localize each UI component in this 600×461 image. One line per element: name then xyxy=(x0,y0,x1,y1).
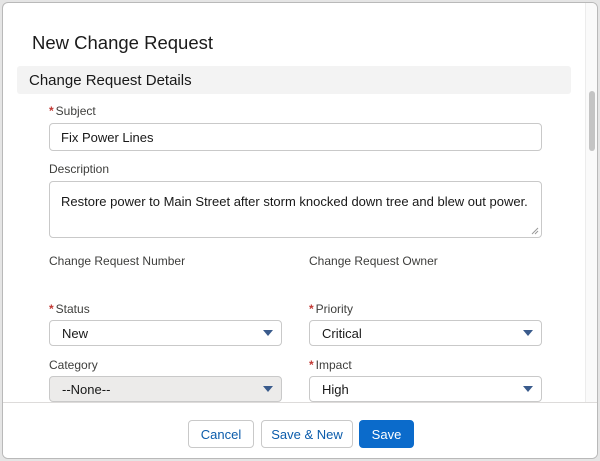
save-button[interactable]: Save xyxy=(359,420,414,448)
category-select[interactable]: --None-- xyxy=(49,376,282,402)
required-mark: * xyxy=(49,104,54,118)
status-value: New xyxy=(62,325,89,341)
impact-label: * Impact xyxy=(309,358,352,372)
description-label: Description xyxy=(49,162,110,176)
cancel-button[interactable]: Cancel xyxy=(188,420,254,448)
chevron-down-icon xyxy=(523,330,533,336)
priority-select[interactable]: Critical xyxy=(309,320,542,346)
chevron-down-icon xyxy=(263,330,273,336)
chevron-down-icon xyxy=(523,386,533,392)
status-label: * Status xyxy=(49,302,90,316)
vertical-scrollbar[interactable] xyxy=(585,3,597,403)
new-change-request-modal: New Change Request Change Request Detail… xyxy=(2,2,598,459)
required-mark: * xyxy=(49,302,54,316)
section-title: Change Request Details xyxy=(29,72,192,89)
change-request-owner-label: Change Request Owner xyxy=(309,254,438,268)
impact-value: High xyxy=(322,381,349,397)
scrollbar-thumb[interactable] xyxy=(589,91,595,151)
priority-label: * Priority xyxy=(309,302,354,316)
description-text: Restore power to Main Street after storm… xyxy=(61,194,528,209)
category-label: Category xyxy=(49,358,98,372)
impact-select[interactable]: High xyxy=(309,376,542,402)
save-and-new-button[interactable]: Save & New xyxy=(261,420,353,448)
modal-title: New Change Request xyxy=(32,32,213,53)
subject-input[interactable]: Fix Power Lines xyxy=(49,123,542,151)
category-value: --None-- xyxy=(62,381,111,397)
modal-footer: Cancel Save & New Save xyxy=(3,402,597,458)
required-mark: * xyxy=(309,302,314,316)
change-request-number-label: Change Request Number xyxy=(49,254,186,268)
status-select[interactable]: New xyxy=(49,320,282,346)
subject-label: * Subject xyxy=(49,104,96,118)
section-header[interactable]: Change Request Details xyxy=(17,66,571,94)
modal-header: New Change Request xyxy=(3,3,597,65)
description-textarea[interactable]: Restore power to Main Street after storm… xyxy=(49,181,542,238)
required-mark: * xyxy=(309,358,314,372)
resize-handle-icon[interactable] xyxy=(531,227,539,235)
modal-body: Change Request Details * Subject Fix Powe… xyxy=(3,65,587,402)
chevron-down-icon xyxy=(263,386,273,392)
priority-value: Critical xyxy=(322,325,362,341)
